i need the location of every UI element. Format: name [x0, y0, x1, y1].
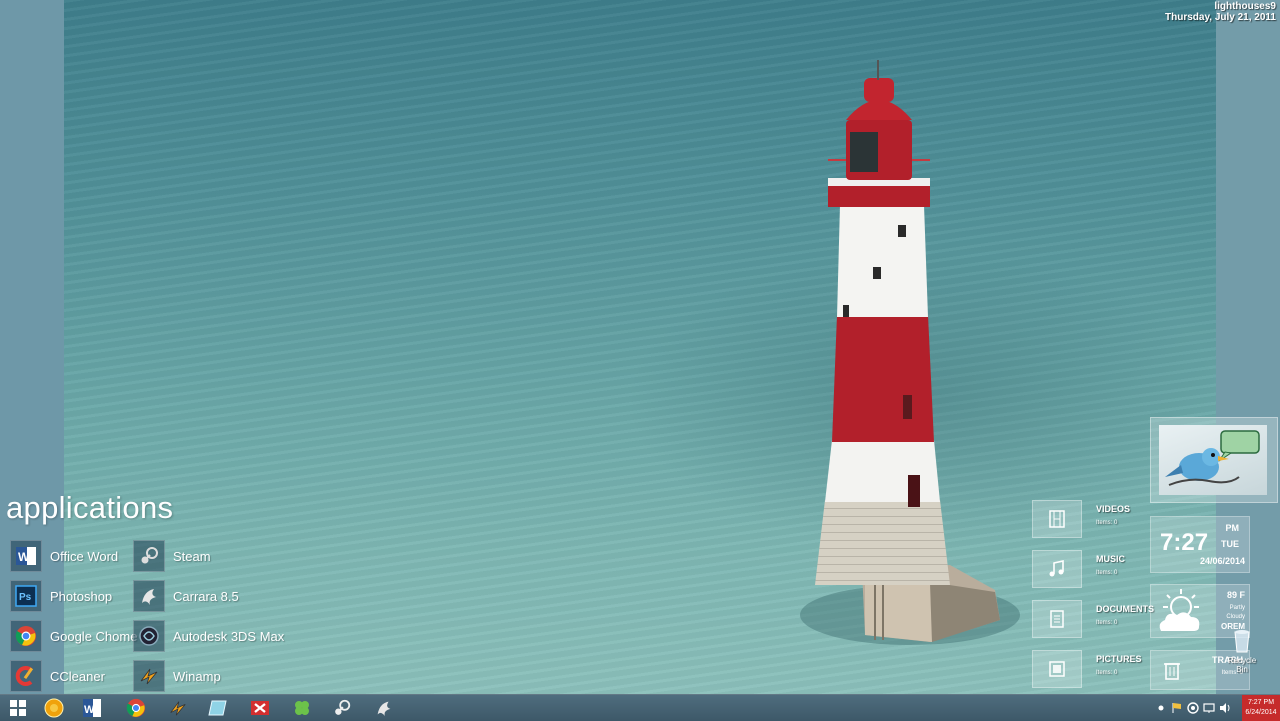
taskbar-word[interactable]: W: [74, 696, 110, 720]
taskbar-notes[interactable]: [200, 696, 236, 720]
word-icon: W: [83, 699, 101, 717]
document-icon: [1050, 610, 1064, 628]
taskbar-xmarks[interactable]: [242, 696, 278, 720]
taskbar-chrome[interactable]: [118, 696, 154, 720]
photo-frame-widget[interactable]: [1150, 417, 1278, 503]
weather-condition-2: Cloudy: [1226, 614, 1245, 620]
3dsmax-icon: [133, 620, 165, 652]
weather-temp: 89 F: [1226, 590, 1245, 600]
network-icon[interactable]: [1202, 701, 1216, 715]
start-button[interactable]: [0, 696, 36, 720]
winamp-icon: [133, 660, 165, 692]
app-autodesk-3ds-max[interactable]: Autodesk 3DS Max: [133, 619, 284, 653]
svg-text:Ps: Ps: [19, 592, 32, 603]
clock-date: 24/06/2014: [1199, 556, 1245, 566]
app-label: Winamp: [173, 668, 221, 684]
app-steam[interactable]: Steam: [133, 539, 211, 573]
steam-icon: [133, 540, 165, 572]
music-count: Items: 0: [1096, 570, 1118, 576]
chrome-icon: [126, 698, 146, 718]
ccleaner-icon: [10, 660, 42, 692]
volume-icon[interactable]: [1218, 701, 1232, 715]
music-note-icon: [1049, 560, 1064, 577]
app-office-word[interactable]: W Office Word: [10, 539, 118, 573]
clock-widget: 7:27 PM TUE 24/06/2014: [1150, 516, 1250, 573]
app-label: CCleaner: [50, 668, 105, 684]
taskbar-clock-time: 7:27 PM: [1247, 699, 1275, 706]
pictures-label: PICTURES: [1096, 654, 1142, 664]
picture-icon: [1049, 661, 1065, 677]
chrome-icon: [10, 620, 42, 652]
taskbar: W 7:27 PM 6/24/2014: [0, 694, 1280, 721]
taskbar-media-center[interactable]: [36, 696, 72, 720]
photoshop-icon: Ps: [10, 580, 42, 612]
app-label: Autodesk 3DS Max: [173, 628, 285, 644]
app-label: Office Word: [50, 548, 119, 564]
steam-icon: [335, 699, 351, 715]
applications-title: applications: [6, 490, 174, 525]
film-icon: [1049, 510, 1065, 528]
documents-count: Items: 0: [1096, 620, 1118, 626]
videos-count: Items: 0: [1096, 520, 1118, 526]
taskbar-carrara[interactable]: [366, 696, 402, 720]
desktop-clock-text: lighthouses9 Thursday, July 21, 2011: [1165, 1, 1276, 23]
clock-day: TUE: [1221, 539, 1239, 549]
tray-app-icon[interactable]: [1186, 701, 1200, 715]
pictures-count: Items: 0: [1096, 670, 1118, 676]
notes-icon: [208, 700, 227, 716]
media-center-icon: [44, 698, 64, 718]
bird-picture: [1159, 425, 1267, 495]
weather-condition-1: Partly: [1229, 605, 1245, 611]
taskbar-clover[interactable]: [284, 696, 320, 720]
xmarks-icon: [251, 701, 269, 715]
clover-icon: [295, 701, 309, 715]
app-label: Photoshop: [50, 588, 113, 604]
recycle-bin[interactable]: Recycle Bin: [1222, 628, 1262, 674]
tray-dot-icon[interactable]: [1154, 701, 1168, 715]
app-google-chrome[interactable]: Google Chome: [10, 619, 137, 653]
windows-start-icon: [10, 700, 26, 716]
taskbar-steam[interactable]: [324, 696, 360, 720]
app-label: Steam: [173, 548, 211, 564]
app-ccleaner[interactable]: CCleaner: [10, 659, 105, 693]
app-photoshop[interactable]: Ps Photoshop: [10, 579, 112, 613]
clock-time: 7:27: [1160, 529, 1209, 556]
carrara-icon: [133, 580, 165, 612]
recycle-bin-label: Recycle Bin: [1227, 656, 1257, 674]
videos-tile[interactable]: [1032, 500, 1082, 538]
taskbar-winamp[interactable]: [160, 696, 196, 720]
documents-label: DOCUMENTS: [1096, 604, 1154, 614]
taskbar-clock-date: 6/24/2014: [1245, 709, 1277, 716]
trash-icon: [1164, 663, 1180, 680]
pictures-tile[interactable]: [1032, 650, 1082, 688]
videos-label: VIDEOS: [1096, 504, 1131, 514]
app-winamp[interactable]: Winamp: [133, 659, 221, 693]
word-icon: W: [10, 540, 42, 572]
winamp-icon: [170, 701, 186, 716]
svg-text:W: W: [84, 704, 95, 716]
recycle-bin-icon: [1234, 630, 1250, 653]
documents-tile[interactable]: [1032, 600, 1082, 638]
svg-text:W: W: [18, 550, 30, 564]
partly-cloudy-icon: [1159, 589, 1200, 631]
action-center-flag-icon[interactable]: [1170, 701, 1184, 715]
wallpaper-name: lighthouses9: [1214, 1, 1276, 12]
taskbar-clock[interactable]: 7:27 PM 6/24/2014: [1242, 695, 1280, 721]
music-tile[interactable]: [1032, 550, 1082, 588]
long-date: Thursday, July 21, 2011: [1165, 12, 1276, 23]
carrara-icon: [377, 701, 391, 717]
app-label: Carrara 8.5: [173, 588, 239, 604]
music-label: MUSIC: [1096, 554, 1125, 564]
lighthouse-image: [800, 60, 1020, 645]
app-label: Google Chome: [50, 628, 138, 644]
app-carrara[interactable]: Carrara 8.5: [133, 579, 239, 613]
clock-ampm: PM: [1225, 523, 1240, 533]
